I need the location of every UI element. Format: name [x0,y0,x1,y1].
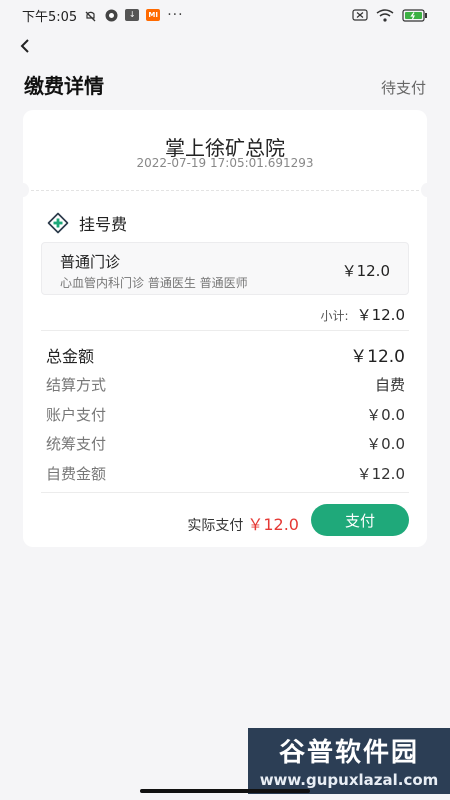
app-notification-icon [105,9,118,22]
summary-label: 结算方式 [46,376,107,394]
summary-label: 自费金额 [46,465,107,483]
download-icon: ↓ [125,9,140,21]
summary-row-total: 总金额 ￥12.0 [46,342,405,368]
battery-icon [402,8,428,22]
subtotal: 小计: ￥12.0 [321,304,405,325]
summary-row-settlement: 结算方式 自费 [46,374,405,395]
divider [41,492,409,493]
fee-item-price: ￥12.0 [341,262,390,280]
ticket-notch-right [421,183,433,197]
summary-row-account: 账户支付 ￥0.0 [46,404,405,425]
summary-value: 自费 [374,376,405,394]
screen: 下午5:05 ↓ MI ··· 缴费详情 待支付 掌上徐矿总院 2022-07-… [0,0,450,800]
home-indicator[interactable] [140,789,310,793]
summary-label: 总金额 [46,346,95,366]
summary-row-pooled: 统筹支付 ￥0.0 [46,433,405,454]
payment-status: 待支付 [380,79,426,97]
summary-value: ￥12.0 [356,465,405,483]
summary-row-self-pay: 自费金额 ￥12.0 [46,463,405,484]
fee-section-title: 挂号费 [79,215,128,234]
mi-icon: MI [146,9,161,21]
status-bar: 下午5:05 ↓ MI ··· [0,0,450,30]
divider [41,330,409,331]
fee-section-header: 挂号费 [47,211,127,235]
ticket-notch-left [17,183,29,197]
payment-detail-card: 掌上徐矿总院 2022-07-19 17:05:01.691293 挂号费 普通… [17,110,433,547]
summary-label: 统筹支付 [46,435,107,453]
status-right [352,8,428,22]
status-time: 下午5:05 [22,9,78,25]
page-title: 缴费详情 [24,74,104,98]
medical-cross-icon [47,212,69,234]
more-icon: ··· [167,7,184,23]
dashed-divider [31,190,419,191]
wifi-icon [376,8,394,22]
sim-off-icon [352,9,368,21]
back-button[interactable] [14,34,36,58]
mute-icon [84,9,98,22]
status-left: 下午5:05 ↓ MI ··· [22,6,184,25]
subtotal-label: 小计: [320,309,349,323]
order-timestamp: 2022-07-19 17:05:01.691293 [136,156,314,170]
fee-item-description: 心血管内科门诊 普通医生 普通医师 [60,276,248,290]
fee-item-name: 普通门诊 [60,253,121,271]
watermark: 谷普软件园 www.gupuxlazal.com [248,728,450,794]
actual-payment-value: ￥12.0 [247,515,299,534]
watermark-url: www.gupuxlazal.com [259,771,439,789]
summary-label: 账户支付 [46,406,107,424]
subtotal-value: ￥12.0 [356,306,405,324]
fee-item: 普通门诊 心血管内科门诊 普通医生 普通医师 ￥12.0 [41,242,409,295]
summary-value: ￥0.0 [366,435,405,453]
pay-button[interactable]: 支付 [311,504,409,536]
summary-value: ￥12.0 [350,347,405,367]
actual-payment: 实际支付 ￥12.0 [187,511,299,535]
actual-payment-label: 实际支付 [187,518,244,534]
watermark-title: 谷普软件园 [278,738,419,768]
chevron-left-icon [20,39,29,53]
summary-value: ￥0.0 [366,406,405,424]
